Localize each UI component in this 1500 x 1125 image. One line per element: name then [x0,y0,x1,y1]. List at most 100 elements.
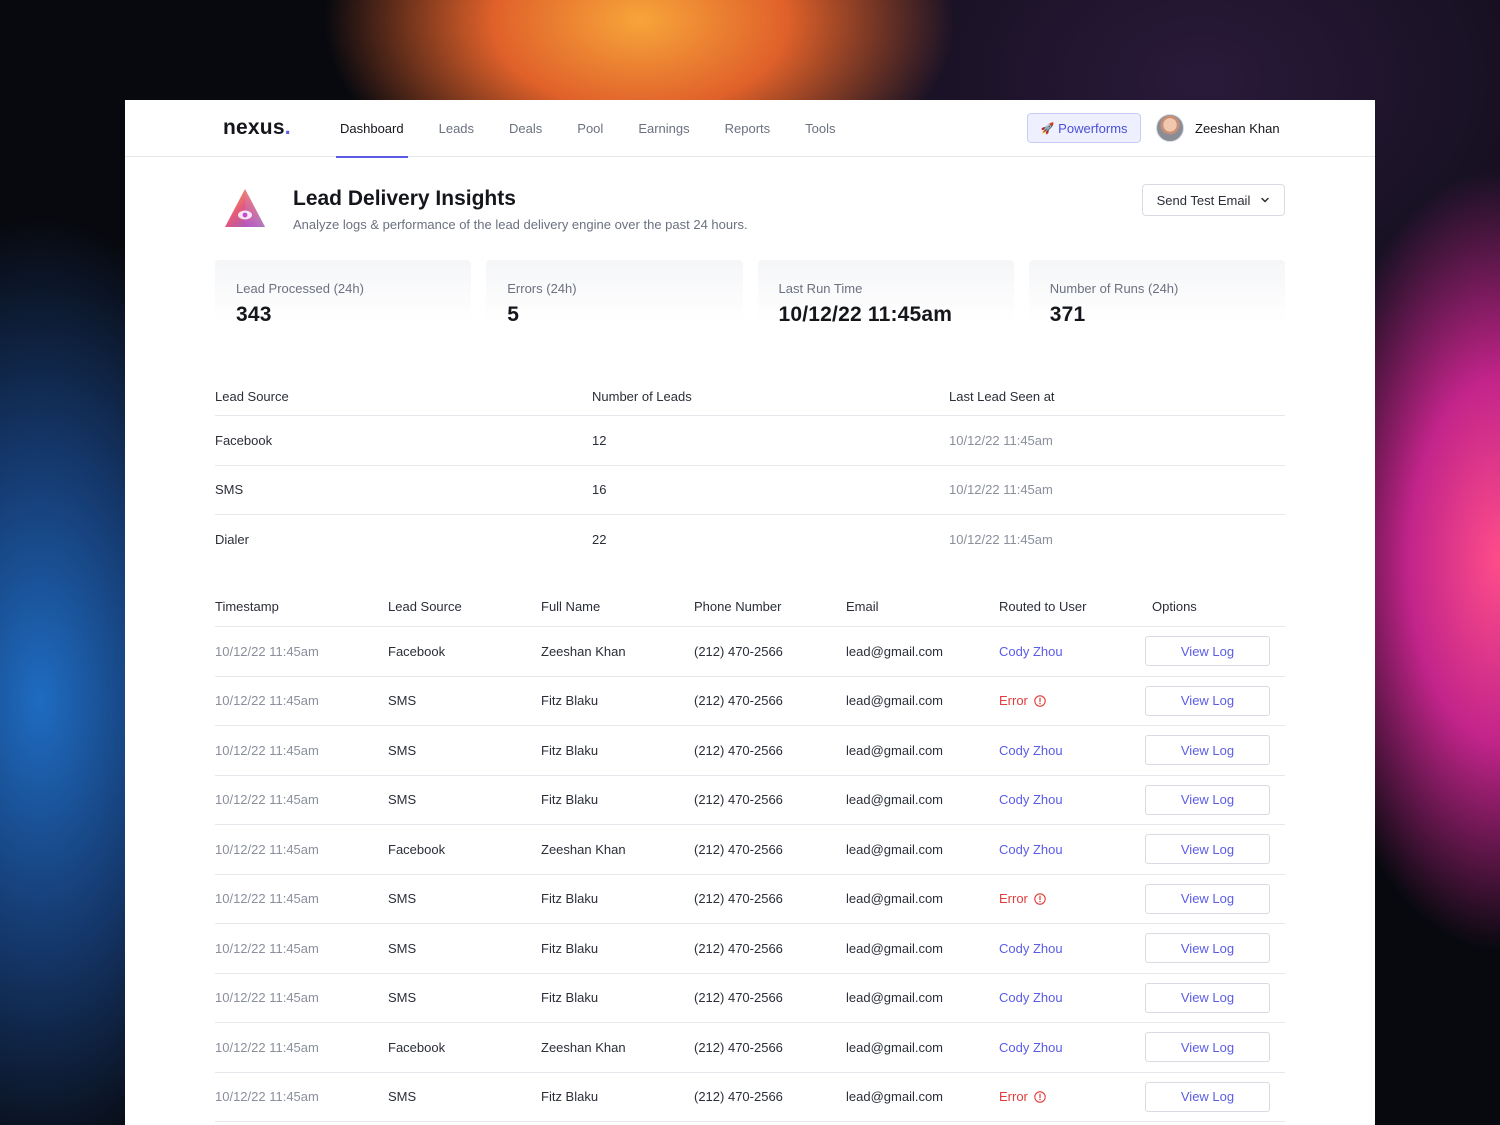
routed-user-error[interactable]: Error [999,1089,1152,1104]
nav-item-label: Tools [805,121,836,136]
lead-source-cell: SMS [388,792,417,808]
view-log-button[interactable]: View Log [1145,784,1270,815]
full-name-cell: Fitz Blaku [541,940,599,956]
lead-source-cell: Facebook [388,1039,446,1055]
user-name: Zeeshan Khan [1195,120,1280,136]
routed-user-link[interactable]: Cody Zhou [999,644,1152,659]
rocket-icon: 🚀 [1040,122,1055,135]
nexus-logo[interactable]: nexus. [223,116,291,140]
phone-cell: (212) 470-2566 [694,1089,783,1105]
email-cell: lead@gmail.com [846,841,944,857]
view-log-button[interactable]: View Log [1145,636,1270,667]
nav-item-label: Deals [509,121,543,136]
lead-source-table-header: Lead Source Number of Leads Last Lead Seen… [215,378,1285,416]
lead-source-table-body: Facebook 12 10/12/22 11:45am SMS 16 10/12/22 … [215,416,1285,565]
stat-card: Last Run Time 10/12/22 11:45am [757,260,1014,326]
view-log-button[interactable]: View Log [1145,982,1270,1013]
column-header: Timestamp [215,599,279,614]
error-label: Error [999,1089,1028,1105]
column-header: Email [846,599,879,614]
routed-user-link[interactable]: Cody Zhou [999,990,1152,1005]
stats-cards: Lead Processed (24h) 343 Errors (24h) 5 Last… [215,260,1285,326]
phone-cell: (212) 470-2566 [694,990,783,1006]
full-name-cell: Fitz Blaku [541,742,599,758]
table-cell: 10/12/22 11:45am [949,532,1053,548]
routed-user-link[interactable]: Cody Zhou [999,1040,1152,1055]
phone-cell: (212) 470-2566 [694,693,783,709]
routed-user-error[interactable]: Error [999,891,1152,906]
options-cell: View Log [1145,685,1285,716]
nav-item-leads[interactable]: Leads [435,100,478,157]
view-log-button[interactable]: View Log [1145,834,1270,865]
user-menu[interactable]: Zeeshan Khan [1156,114,1280,142]
email-cell: lead@gmail.com [846,643,944,659]
stat-card: Errors (24h) 5 [486,260,743,326]
view-log-button[interactable]: View Log [1145,883,1270,914]
timestamp-cell: 10/12/22 11:45am [215,643,319,659]
stat-value: 10/12/22 11:45am [778,303,953,326]
table-row: 10/12/22 11:45am SMS Fitz Blaku (212) 470-2… [215,776,1285,825]
table-cell: Dialer [215,532,249,548]
page-subtitle: Analyze logs & performance of the lead d… [293,217,748,232]
routed-user-link[interactable]: Cody Zhou [999,743,1152,758]
stat-label: Last Run Time [778,281,863,296]
routed-user-link[interactable]: Cody Zhou [999,941,1152,956]
view-log-button[interactable]: View Log [1145,1081,1270,1112]
table-cell: 16 [592,482,607,498]
nav-item-deals[interactable]: Deals [505,100,546,157]
nav-item-reports[interactable]: Reports [721,100,775,157]
phone-cell: (212) 470-2566 [694,940,783,956]
view-log-button[interactable]: View Log [1145,1032,1270,1063]
nav-item-label: Leads [438,121,475,136]
view-log-button[interactable]: View Log [1145,933,1270,964]
column-header: Options [1152,599,1197,614]
options-cell: View Log [1145,834,1285,865]
column-header: Lead Source [215,389,289,404]
table-row: 10/12/22 11:45am SMS Fitz Blaku (212) 470-2… [215,875,1285,924]
stat-card: Number of Runs (24h) 371 [1028,260,1285,326]
nav-item-earnings[interactable]: Earnings [634,100,693,157]
phone-cell: (212) 470-2566 [694,1039,783,1055]
powerforms-button[interactable]: 🚀 Powerforms [1027,113,1141,143]
timestamp-cell: 10/12/22 11:45am [215,990,319,1006]
nav-item-tools[interactable]: Tools [801,100,839,157]
full-name-cell: Fitz Blaku [541,891,599,907]
full-name-cell: Fitz Blaku [541,990,599,1006]
table-row: 10/12/22 11:45am SMS Fitz Blaku (212) 470-2… [215,974,1285,1023]
nav-item-label: Pool [577,121,604,136]
routed-user-link[interactable]: Cody Zhou [999,842,1152,857]
phone-cell: (212) 470-2566 [694,643,783,659]
table-cell: 12 [592,432,607,448]
full-name-cell: Fitz Blaku [541,1089,599,1105]
lead-source-cell: SMS [388,742,417,758]
full-name-cell: Fitz Blaku [541,792,599,808]
page-header: Lead Delivery Insights Analyze logs & pe… [223,184,1285,247]
error-label: Error [999,693,1028,709]
chevron-down-icon [1261,197,1270,203]
nav-item-dashboard[interactable]: Dashboard [336,100,408,158]
view-log-button[interactable]: View Log [1145,685,1270,716]
lead-source-table: Lead Source Number of Leads Last Lead Seen… [215,378,1285,565]
timestamp-cell: 10/12/22 11:45am [215,1089,319,1105]
lead-source-cell: SMS [388,990,417,1006]
error-info-icon [1034,695,1046,707]
routed-user-error[interactable]: Error [999,693,1152,708]
delivery-log-table-body: 10/12/22 11:45am Facebook Zeeshan Khan (212… [215,627,1285,1122]
timestamp-cell: 10/12/22 11:45am [215,792,319,808]
logo-text: nexus [223,116,285,139]
email-cell: lead@gmail.com [846,1089,944,1105]
timestamp-cell: 10/12/22 11:45am [215,693,319,709]
view-log-button[interactable]: View Log [1145,735,1270,766]
send-test-email-dropdown[interactable]: Send Test Email [1142,184,1285,216]
error-info-icon [1034,893,1046,905]
full-name-cell: Zeeshan Khan [541,841,626,857]
full-name-cell: Fitz Blaku [541,693,599,709]
top-navigation: nexus. Dashboard Leads Deals Pool Earnings Re… [125,100,1375,158]
lead-source-cell: SMS [388,1089,417,1105]
table-row: 10/12/22 11:45am Facebook Zeeshan Khan (212… [215,825,1285,875]
email-cell: lead@gmail.com [846,891,944,907]
routed-user-link[interactable]: Cody Zhou [999,792,1152,807]
lead-source-cell: Facebook [388,643,446,659]
timestamp-cell: 10/12/22 11:45am [215,1039,319,1055]
nav-item-pool[interactable]: Pool [573,100,607,157]
